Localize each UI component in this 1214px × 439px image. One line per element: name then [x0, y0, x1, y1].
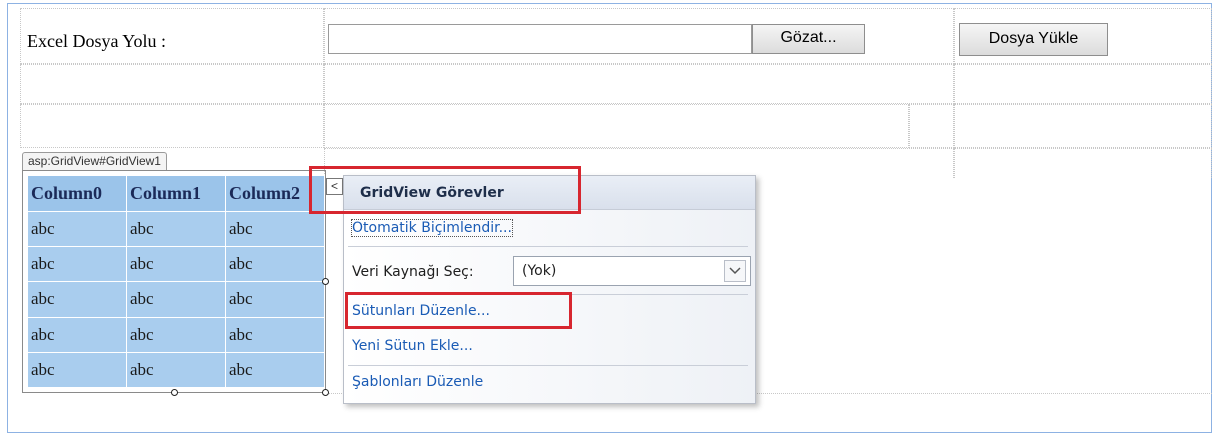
grid-cell: abc	[126, 316, 226, 353]
edit-templates-link[interactable]: Şablonları Düzenle	[352, 374, 483, 390]
gridview-tag: asp:GridView#GridView1	[22, 152, 167, 170]
grid-cell: abc	[225, 351, 325, 389]
grid-cell: abc	[27, 351, 127, 389]
grid-column-header: Column0	[27, 175, 127, 212]
excel-path-label: Excel Dosya Yolu :	[27, 31, 166, 51]
grid-cell: abc	[225, 246, 325, 283]
grid-cell: abc	[126, 210, 226, 248]
highlight-box-edit-columns	[345, 292, 572, 329]
layout-cell	[954, 104, 1212, 148]
table-row: abc abc abc	[27, 316, 325, 353]
layout-cell	[324, 64, 954, 104]
table-row: abc abc abc	[27, 351, 325, 389]
data-source-select[interactable]: (Yok)	[513, 256, 751, 286]
layout-cell	[324, 104, 909, 148]
grid-cell: abc	[126, 351, 226, 389]
layout-cell	[954, 148, 1212, 178]
table-row: abc abc abc	[27, 210, 325, 248]
layout-cell	[954, 64, 1212, 104]
grid-cell: abc	[126, 281, 226, 318]
divider	[348, 246, 748, 247]
grid-cell: abc	[27, 281, 127, 318]
file-path-input[interactable]	[328, 24, 752, 54]
grid-cell: abc	[27, 246, 127, 283]
auto-format-link[interactable]: Otomatik Biçimlendir...	[351, 219, 513, 237]
chevron-down-icon[interactable]	[724, 260, 746, 282]
add-column-link[interactable]: Yeni Sütun Ekle...	[352, 338, 473, 354]
resize-handle-bottom[interactable]	[171, 389, 178, 396]
browse-button[interactable]: Gözat...	[752, 24, 865, 54]
layout-cell	[20, 104, 324, 148]
grid-cell: abc	[27, 210, 127, 248]
highlight-box-title	[309, 166, 581, 214]
divider	[348, 365, 748, 366]
grid-cell: abc	[225, 316, 325, 353]
layout-cell	[909, 104, 954, 148]
grid-cell: abc	[126, 246, 226, 283]
grid-cell: abc	[225, 281, 325, 318]
data-source-label: Veri Kaynağı Seç:	[352, 264, 474, 280]
resize-handle-corner[interactable]	[322, 389, 329, 396]
grid-cell: abc	[27, 316, 127, 353]
resize-handle-right[interactable]	[322, 278, 329, 285]
table-row: abc abc abc	[27, 281, 325, 318]
grid-header-row: Column0 Column1 Column2	[27, 175, 325, 212]
layout-cell	[20, 64, 324, 104]
grid-column-header: Column1	[126, 175, 226, 212]
table-row: abc abc abc	[27, 246, 325, 283]
data-source-value: (Yok)	[522, 263, 557, 279]
grid-cell: abc	[225, 210, 325, 248]
gridview-preview[interactable]: Column0 Column1 Column2 abc abc abc abc …	[27, 175, 325, 389]
upload-button[interactable]: Dosya Yükle	[959, 23, 1108, 56]
